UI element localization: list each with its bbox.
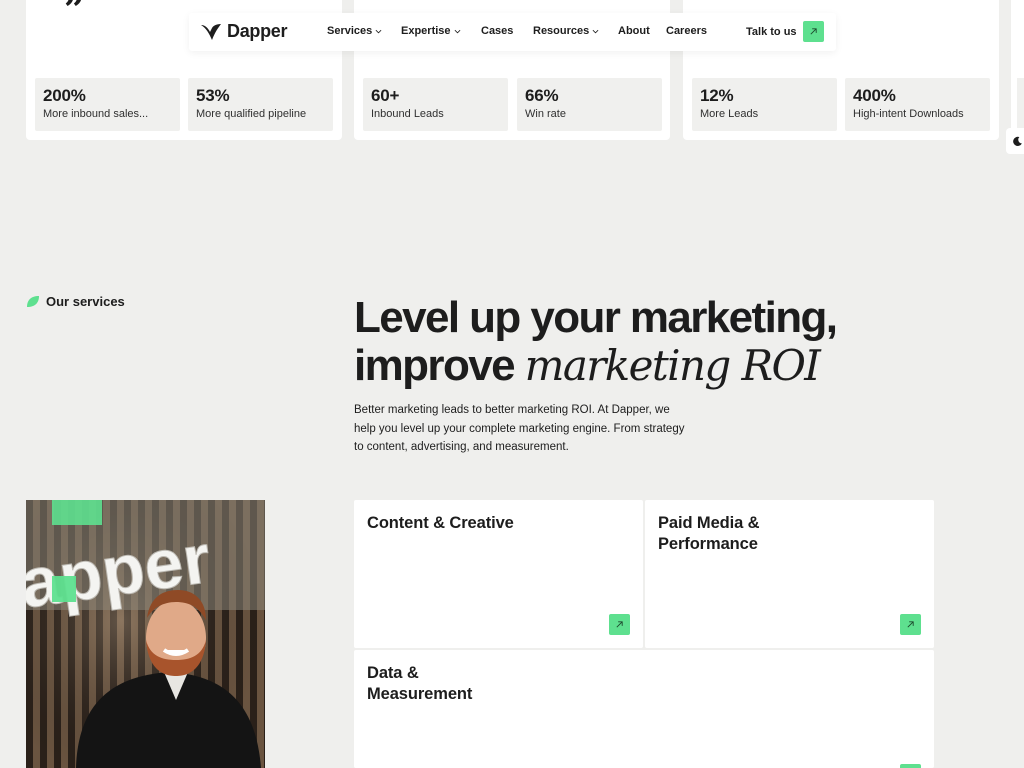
nav-item-label: About	[618, 25, 650, 37]
main-nav: Dapper Services Expertise Cases Resource…	[189, 13, 836, 51]
stat-value: 400%	[853, 86, 896, 105]
stat-value: 200%	[43, 86, 86, 105]
service-card-arrow[interactable]	[900, 614, 921, 635]
arrow-up-right-icon	[810, 28, 817, 35]
stat-label: Inbound Leads	[371, 108, 444, 120]
stat-tile: 400% High-intent Downloads	[845, 78, 990, 131]
service-card-title: Content & Creative	[367, 514, 514, 532]
service-card-title: Data & Measurement	[367, 664, 473, 703]
chevron-down-icon	[454, 29, 460, 34]
stat-tile: 53% More qualified pipeline	[188, 78, 333, 131]
talk-to-us-button[interactable]: Talk to us	[746, 21, 824, 42]
stat-label: High-intent Downloads	[853, 108, 964, 120]
nav-item-expertise[interactable]: Expertise	[401, 25, 461, 37]
section-label-text: Our services	[46, 294, 125, 309]
logo[interactable]: Dapper	[200, 21, 288, 42]
moon-icon	[1012, 136, 1022, 146]
cta-arrow	[802, 21, 824, 42]
team-member-photo: apper	[26, 500, 265, 768]
stat-tile: 66% Win rate	[517, 78, 662, 131]
section-intro: Better marketing leads to better marketi…	[354, 404, 685, 453]
nav-item-label: Expertise	[401, 25, 451, 37]
logo-mark-icon	[201, 23, 221, 40]
arrow-up-right-icon	[616, 621, 623, 628]
stat-tile: 60+ Inbound Leads	[363, 78, 508, 131]
stat-tile-partial	[1017, 78, 1024, 131]
stat-value: 66%	[525, 86, 559, 105]
stat-value: 60+	[371, 86, 400, 105]
nav-item-services[interactable]: Services	[327, 25, 382, 37]
nav-item-label: Cases	[481, 25, 514, 37]
nav-item-careers[interactable]: Careers	[666, 25, 707, 37]
arrow-up-right-icon	[907, 621, 914, 628]
theme-toggle[interactable]	[1006, 128, 1024, 154]
logo-text: Dapper	[227, 21, 288, 41]
stat-value: 53%	[196, 86, 230, 105]
headline-line-1: Level up your marketing,	[354, 293, 838, 342]
stat-tile: 12% More Leads	[692, 78, 837, 131]
leaf-icon	[27, 296, 39, 307]
service-card-arrow[interactable]	[900, 764, 921, 768]
service-card-paid-media[interactable]: Paid Media & Performance	[645, 500, 934, 648]
stat-label: More qualified pipeline	[196, 108, 307, 120]
service-card-data-measurement[interactable]: Data & Measurement	[354, 650, 934, 768]
nav-item-label: Careers	[666, 25, 707, 37]
nav-item-label: Resources	[533, 25, 590, 37]
service-card-content-creative[interactable]: Content & Creative	[354, 500, 643, 648]
service-card-arrow[interactable]	[609, 614, 630, 635]
stat-label: Win rate	[525, 108, 566, 120]
nav-item-label: Services	[327, 25, 373, 37]
stat-label: More Leads	[700, 108, 759, 120]
nav-item-about[interactable]: About	[618, 25, 650, 37]
photo-illustration: apper	[26, 500, 265, 768]
chevron-down-icon	[375, 29, 382, 34]
section-headline: Level up your marketing, improve marketi…	[354, 294, 874, 390]
cta-label: Talk to us	[746, 25, 797, 38]
chevron-down-icon	[592, 29, 599, 34]
service-card-title: Paid Media & Performance	[658, 514, 760, 553]
headline-italic: marketing ROI	[524, 341, 821, 390]
section-label: Our services	[26, 294, 125, 309]
nav-item-resources[interactable]: Resources	[533, 25, 599, 37]
quote-icon: ”	[64, 0, 85, 31]
stat-value: 12%	[700, 86, 734, 105]
stat-label: More inbound sales...	[43, 108, 149, 120]
nav-item-cases[interactable]: Cases	[481, 25, 513, 37]
headline-line-2: improve	[354, 341, 516, 390]
stat-tile: 200% More inbound sales...	[35, 78, 180, 131]
